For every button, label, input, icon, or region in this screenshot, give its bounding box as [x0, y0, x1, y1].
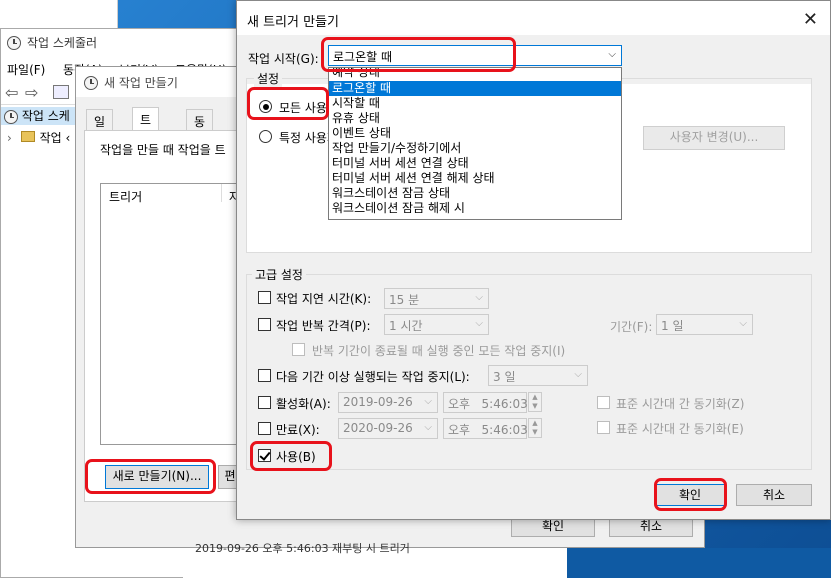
delay-value: 15 분 [389, 293, 420, 307]
dropdown-option-workstation-lock[interactable]: 워크스테이션 잠금 상태 [329, 186, 621, 201]
settings-group-label: 설정 [254, 70, 283, 87]
chevron-down-icon: ⌵ [475, 318, 483, 329]
dropdown-option-on-schedule[interactable]: 예약 상태 [329, 68, 621, 80]
activate-date-picker[interactable]: 2019-09-26 ⌵ [338, 392, 438, 413]
begin-task-label: 작업 시작(G): [248, 52, 319, 66]
expire-checkbox[interactable] [258, 422, 271, 435]
stop-at-end-label: 반복 기간이 종료될 때 실행 중인 모든 작업 중지(I) [312, 344, 566, 358]
expire-date-value: 2020-09-26 [343, 421, 413, 435]
stop-longer-combo[interactable]: 3 일 ⌵ [488, 365, 588, 386]
tree-item-library[interactable]: › 작업 ‹ [7, 129, 70, 146]
background-window-fragment [0, 0, 118, 28]
tree-item-library-label: 작업 ‹ [39, 131, 71, 145]
expire-date-picker[interactable]: 2020-09-26 ⌵ [338, 418, 438, 439]
tab-actions[interactable]: 동작 [186, 109, 214, 146]
dropdown-option-at-startup[interactable]: 시작할 때 [329, 96, 621, 111]
begin-task-combo[interactable]: 로그온할 때 ⌵ [328, 45, 622, 66]
dropdown-option-at-logon[interactable]: 로그온할 때 [329, 81, 621, 96]
expire-label[interactable]: 만료(X): [276, 421, 320, 438]
begin-task-value: 로그온할 때 [333, 50, 393, 64]
sync-tz-activate-label: 표준 시간대 간 동기화(Z) [616, 397, 745, 411]
activate-time-spinner[interactable]: ▲ ▼ [528, 392, 542, 412]
chevron-down-icon: ⌵ [608, 49, 616, 60]
enabled-label[interactable]: 사용(B) [276, 448, 316, 465]
triggers-list[interactable]: 트리거 자 [100, 183, 250, 445]
dialog-ok-button[interactable]: 확인 [655, 484, 725, 506]
stop-longer-value: 3 일 [493, 370, 516, 384]
tree-item-root[interactable]: 작업 스케 [1, 107, 79, 125]
history-row-text: 2019-09-26 오후 5:46:03 재부팅 시 트리거 [195, 542, 410, 555]
dropdown-option-on-event[interactable]: 이벤트 상태 [329, 126, 621, 141]
activate-label[interactable]: 활성화(A): [276, 395, 331, 412]
clock-icon [4, 109, 18, 124]
activate-time-field[interactable]: 오후 5:46:03 [443, 392, 528, 413]
dropdown-option-workstation-unlock[interactable]: 워크스테이션 잠금 해제 시 [329, 201, 621, 216]
clock-icon [84, 75, 98, 90]
chevron-down-icon: ⌵ [424, 422, 432, 433]
expire-time-spinner[interactable]: ▲ ▼ [528, 418, 542, 438]
sync-tz-activate-checkbox[interactable] [597, 396, 610, 409]
radio-any-user[interactable] [259, 100, 272, 113]
duration-label: 기간(F): [610, 320, 653, 334]
radio-specific-user[interactable] [259, 130, 272, 143]
delay-label[interactable]: 작업 지연 시간(K): [276, 290, 371, 307]
expire-time-field[interactable]: 오후 5:46:03 [443, 418, 528, 439]
forward-arrow-icon[interactable]: ⇨ [25, 83, 38, 102]
chevron-down-icon: ⌵ [424, 396, 432, 407]
duration-value: 1 일 [661, 319, 684, 333]
clock-icon [7, 35, 21, 50]
history-row: 2019-09-26 오후 5:46:03 재부팅 시 트리거 [183, 542, 567, 578]
chevron-right-icon: › [7, 131, 12, 145]
dropdown-option-remote-connect[interactable]: 터미널 서버 세션 연결 상태 [329, 156, 621, 171]
delay-combo[interactable]: 15 분 ⌵ [384, 288, 489, 309]
dropdown-option-on-task-creation[interactable]: 작업 만들기/수정하기에서 [329, 141, 621, 156]
dropdown-option-on-idle[interactable]: 유휴 상태 [329, 111, 621, 126]
activate-date-value: 2019-09-26 [343, 395, 413, 409]
dialog-cancel-button[interactable]: 취소 [736, 484, 812, 506]
triggers-description: 작업을 만들 때 작업을 트 [100, 143, 226, 157]
stop-longer-label[interactable]: 다음 기간 이상 실행되는 작업 중지(L): [276, 368, 470, 385]
sync-tz-expire-checkbox[interactable] [597, 421, 610, 434]
close-icon[interactable]: ✕ [803, 9, 818, 30]
dialog-titlebar: 새 트리거 만들기 ✕ [237, 1, 830, 35]
task-scheduler-title: 작업 스케줄러 [27, 36, 98, 50]
repeat-combo[interactable]: 1 시간 ⌵ [384, 314, 489, 335]
activate-checkbox[interactable] [258, 396, 271, 409]
sync-tz-expire-label: 표준 시간대 간 동기화(E) [616, 422, 744, 436]
back-arrow-icon[interactable]: ⇦ [5, 83, 18, 102]
console-tree-icon[interactable] [53, 85, 69, 99]
advanced-settings-label: 고급 설정 [252, 266, 306, 283]
activate-time-value: 오후 5:46:03 [448, 397, 528, 411]
stop-at-end-checkbox[interactable] [292, 343, 305, 356]
column-divider [221, 184, 222, 202]
task-scheduler-titlebar: 작업 스케줄러 [1, 29, 239, 55]
duration-combo[interactable]: 1 일 ⌵ [656, 314, 753, 335]
list-header-trigger: 트리거 [109, 190, 143, 204]
desktop-fragment [567, 548, 831, 578]
delay-checkbox[interactable] [258, 291, 271, 304]
stop-longer-checkbox[interactable] [258, 369, 271, 382]
chevron-down-icon: ⌵ [574, 369, 582, 380]
chevron-down-icon: ⌵ [475, 292, 483, 303]
new-task-title: 새 작업 만들기 [104, 76, 178, 90]
navigation-tree: 작업 스케 › 작업 ‹ [1, 107, 81, 577]
expire-time-value: 오후 5:46:03 [448, 423, 528, 437]
change-user-button[interactable]: 사용자 변경(U)... [643, 126, 785, 150]
dialog-title: 새 트리거 만들기 [247, 15, 339, 30]
new-trigger-button[interactable]: 새로 만들기(N)... [105, 465, 209, 489]
repeat-checkbox[interactable] [258, 318, 271, 331]
dropdown-option-remote-disconnect[interactable]: 터미널 서버 세션 연결 해제 상태 [329, 171, 621, 186]
menu-file[interactable]: 파일(F) [7, 61, 45, 78]
tab-general[interactable]: 일반 [86, 109, 114, 146]
enabled-checkbox[interactable] [258, 449, 271, 462]
repeat-label[interactable]: 작업 반복 간격(P): [276, 317, 371, 334]
tree-item-root-label: 작업 스케 [21, 109, 70, 123]
tab-triggers[interactable]: 트리거 [132, 107, 160, 161]
folder-icon [21, 131, 35, 142]
repeat-value: 1 시간 [389, 319, 423, 333]
chevron-down-icon: ⌵ [739, 318, 747, 329]
begin-task-dropdown-list[interactable]: 예약 상태 로그온할 때 시작할 때 유휴 상태 이벤트 상태 작업 만들기/수… [328, 67, 622, 220]
